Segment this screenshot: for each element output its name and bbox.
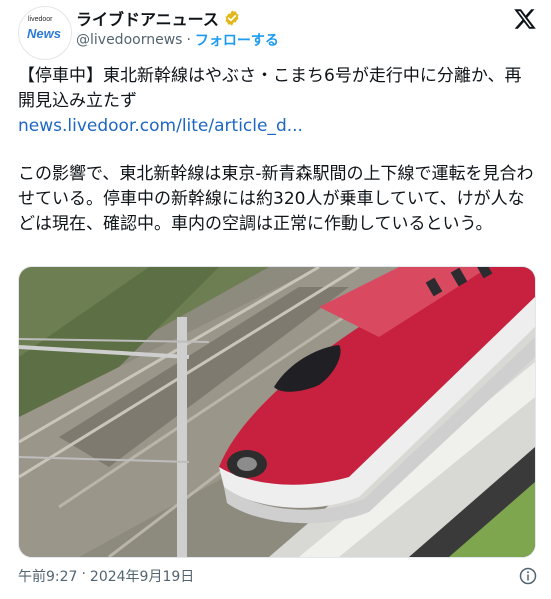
post-date: 2024年9月19日 bbox=[89, 569, 195, 585]
post-time: 午前9:27 bbox=[18, 569, 78, 585]
info-icon[interactable] bbox=[519, 567, 537, 585]
x-logo-icon[interactable] bbox=[513, 7, 537, 31]
avatar-small-text: livedoor bbox=[28, 16, 53, 23]
timestamp-separator: · bbox=[81, 566, 86, 582]
verified-badge-icon bbox=[225, 10, 239, 26]
handle[interactable]: @livedoornews bbox=[76, 32, 182, 48]
name-row: ライブドアニュース bbox=[76, 6, 241, 30]
article-link[interactable]: news.livedoor.com/lite/article_d... bbox=[18, 114, 303, 139]
post-body: この影響で、東北新幹線は東京-新青森駅間の上下線で運転を見合わせている。停車中の… bbox=[18, 164, 534, 234]
post-timestamp[interactable]: 午前9:27 · 2024年9月19日 bbox=[18, 566, 194, 586]
avatar-large-text: News bbox=[27, 26, 61, 41]
avatar[interactable]: livedoor News bbox=[18, 6, 72, 60]
post-image[interactable] bbox=[18, 266, 536, 558]
handle-row: @livedoornews · フォローする bbox=[76, 30, 279, 50]
separator: · bbox=[186, 32, 191, 48]
follow-button[interactable]: フォローする bbox=[195, 30, 279, 50]
post-headline: 【停車中】東北新幹線はやぶさ・こまち6号が走行中に分離か、再開見込み立たず bbox=[18, 66, 522, 111]
display-name[interactable]: ライブドアニュース bbox=[76, 6, 219, 30]
train-photo bbox=[19, 267, 535, 557]
tweet-card: livedoor News ライブドアニュース @livedoornews · … bbox=[0, 0, 551, 599]
